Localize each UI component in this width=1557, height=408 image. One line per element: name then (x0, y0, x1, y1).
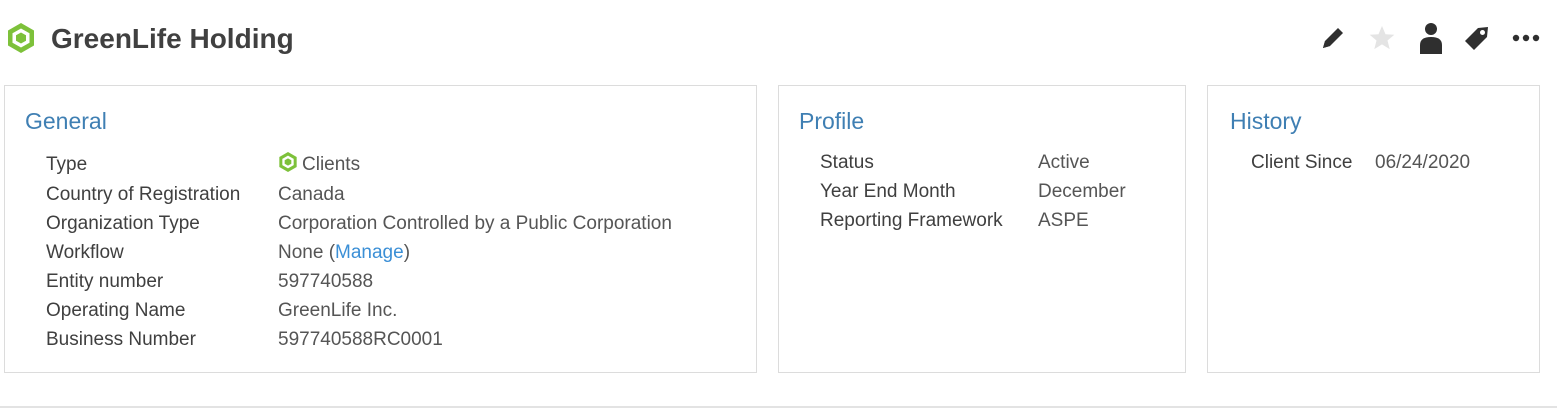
organization-type-value: Corporation Controlled by a Public Corpo… (278, 213, 672, 234)
page-header: GreenLife Holding (0, 0, 1557, 80)
profile-panel: Profile Status Active Year End Month Dec… (778, 85, 1186, 373)
reporting-framework-label: Reporting Framework (820, 210, 1003, 231)
business-number-value: 597740588RC0001 (278, 329, 443, 350)
green-hexagon-icon (6, 22, 36, 54)
history-panel-title: History (1230, 108, 1302, 134)
reporting-framework-value: ASPE (1038, 210, 1089, 231)
tag-icon[interactable] (1461, 20, 1493, 56)
manage-workflow-link[interactable]: Manage (335, 242, 404, 263)
client-since-label: Client Since (1251, 152, 1353, 173)
operating-name-value: GreenLife Inc. (278, 300, 398, 321)
operating-name-label: Operating Name (46, 300, 186, 321)
workflow-value-prefix: None ( (278, 242, 336, 263)
general-panel: General Type Clients Country of Registra… (4, 85, 757, 373)
general-panel-title: General (25, 108, 107, 134)
year-end-month-label: Year End Month (820, 181, 956, 202)
page-title: GreenLife Holding (51, 23, 294, 54)
type-label: Type (46, 154, 88, 175)
more-options-icon[interactable] (1510, 20, 1542, 56)
workflow-value: None (Manage) (278, 238, 410, 267)
entity-number-label: Entity number (46, 271, 164, 292)
favorite-star-icon[interactable] (1366, 20, 1398, 56)
history-panel: History Client Since 06/24/2020 (1207, 85, 1540, 373)
workflow-label: Workflow (46, 242, 124, 263)
status-label: Status (820, 152, 874, 173)
year-end-month-value: December (1038, 181, 1126, 202)
country-value: Canada (278, 184, 345, 205)
client-since-value: 06/24/2020 (1375, 152, 1471, 173)
workflow-value-suffix: ) (403, 242, 411, 263)
entity-number-value: 597740588 (278, 271, 374, 292)
type-value: Clients (278, 150, 360, 182)
edit-pencil-icon[interactable] (1317, 20, 1349, 56)
profile-panel-title: Profile (799, 108, 865, 134)
clients-hexagon-icon (278, 151, 298, 182)
user-assign-icon[interactable] (1415, 20, 1447, 56)
type-value-text: Clients (302, 154, 361, 175)
status-value: Active (1038, 152, 1090, 173)
organization-type-label: Organization Type (46, 213, 200, 234)
country-label: Country of Registration (46, 184, 241, 205)
business-number-label: Business Number (46, 329, 196, 350)
